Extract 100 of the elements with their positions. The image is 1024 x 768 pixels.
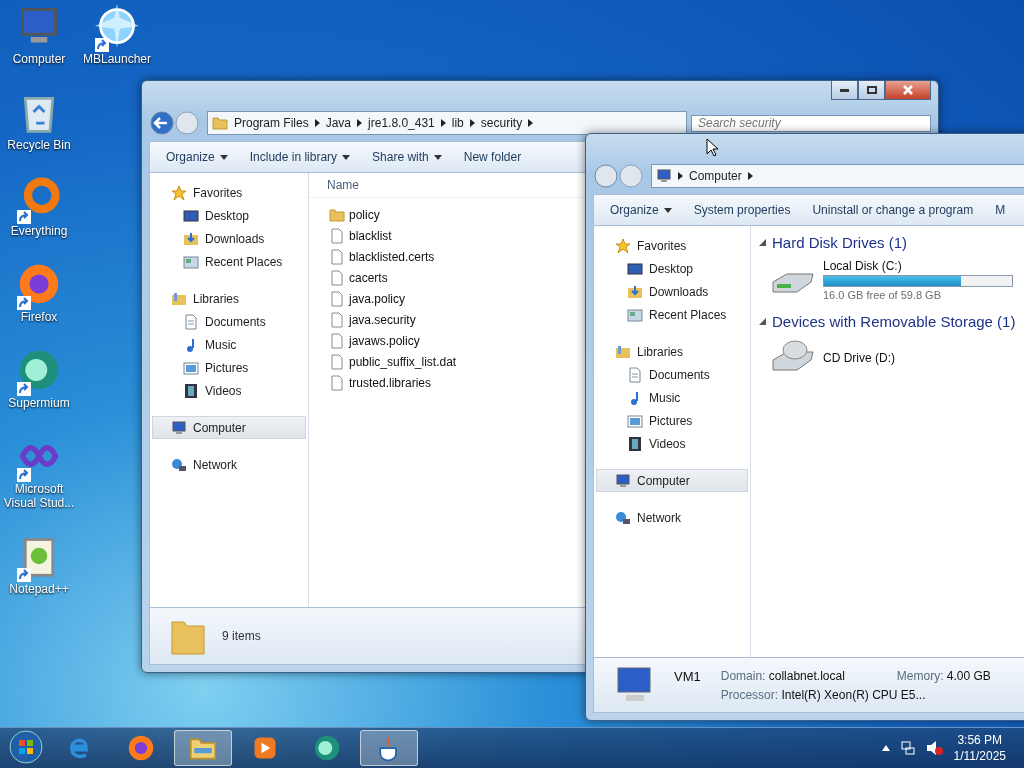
file-icon	[329, 269, 345, 286]
nav-item[interactable]: Documents	[596, 363, 748, 386]
chevron-icon	[314, 119, 320, 127]
desktop-icon-label[interactable]: Everything	[10, 224, 68, 238]
address-bar[interactable]: Program Files Java jre1.8.0_431 lib security	[207, 111, 687, 135]
detail-value: Intel(R) Xeon(R) CPU E5...	[781, 687, 926, 702]
start-button[interactable]	[6, 729, 46, 767]
nav-item[interactable]: Videos	[152, 379, 306, 402]
chevron-icon	[357, 119, 363, 127]
breadcrumb[interactable]: security	[480, 116, 523, 130]
file-item[interactable]: blacklist	[329, 225, 392, 246]
file-item[interactable]: trusted.libraries	[329, 372, 432, 393]
nav-item[interactable]: Desktop	[596, 257, 748, 280]
nav-item[interactable]: Network	[596, 506, 748, 529]
maximize-button[interactable]	[858, 81, 885, 100]
nav-item[interactable]: Network	[152, 453, 306, 476]
toolbar-button[interactable]: System properties	[685, 199, 799, 221]
nav-item[interactable]: Music	[596, 386, 748, 409]
minimize-icon	[840, 88, 849, 92]
breadcrumb[interactable]: lib	[451, 116, 464, 130]
desktop-icon-label[interactable]: Firefox	[20, 310, 58, 324]
toolbar-button[interactable]: Uninstall or change a program	[804, 199, 982, 221]
search-field[interactable]: Search security	[691, 114, 931, 132]
computer-name: VM1	[674, 668, 701, 684]
desktop-icon-label[interactable]: MBLauncher	[82, 52, 151, 66]
network-icon	[615, 509, 631, 526]
nav-item[interactable]: Documents	[152, 310, 306, 333]
breadcrumb[interactable]: Computer	[689, 169, 742, 183]
minimize-button[interactable]	[831, 81, 858, 100]
star-icon	[615, 237, 631, 254]
chevron-icon	[469, 119, 475, 127]
taskbar-app[interactable]	[360, 730, 418, 766]
desktop-icon-label[interactable]: Computer	[12, 52, 66, 66]
desktop-icon-label[interactable]: Recycle Bin	[7, 138, 71, 152]
file-item[interactable]: java.security	[329, 309, 416, 330]
toolbar-button[interactable]: Organize	[158, 146, 236, 168]
toolbar-button[interactable]: Organize	[602, 199, 680, 221]
chevron-icon	[678, 172, 683, 180]
toolbar-button[interactable]: M	[987, 199, 1014, 221]
file-item[interactable]: blacklisted.certs	[329, 246, 435, 267]
muted-speaker-icon[interactable]	[925, 740, 944, 756]
nav-item[interactable]: Libraries	[152, 287, 306, 310]
nav-item[interactable]: Pictures	[596, 409, 748, 432]
show-hidden-icons-icon[interactable]	[881, 745, 890, 751]
library-icon	[171, 290, 187, 307]
close-button[interactable]	[885, 81, 931, 100]
network-icon	[171, 456, 187, 473]
desktop-icon	[183, 207, 199, 224]
folder-icon	[329, 206, 345, 223]
desktop-icon-label[interactable]: Supermium	[8, 396, 70, 410]
file-item[interactable]: policy	[329, 204, 380, 225]
address-bar[interactable]: Computer	[651, 164, 1024, 188]
file-icon	[329, 353, 345, 370]
computer-icon	[656, 168, 672, 184]
group-heading: Hard Disk Drives (1)	[772, 234, 907, 251]
breadcrumb[interactable]: Program Files	[234, 116, 309, 130]
star-icon	[171, 184, 187, 201]
nav-item[interactable]: Music	[152, 333, 306, 356]
nav-item[interactable]: Videos	[596, 432, 748, 455]
nav-item[interactable]: Recent Places	[596, 303, 748, 326]
nav-item[interactable]: Favorites	[152, 181, 306, 204]
file-item[interactable]: javaws.policy	[329, 330, 420, 351]
document-icon	[183, 313, 199, 330]
nav-item[interactable]: Downloads	[596, 280, 748, 303]
clock[interactable]: 3:56 PM 1/11/2025	[953, 732, 1006, 764]
column-header[interactable]: Name	[327, 178, 359, 192]
recent-places-icon	[627, 306, 643, 323]
close-icon	[903, 85, 913, 95]
toolbar-button[interactable]: Include in library	[241, 146, 359, 168]
library-icon	[615, 343, 631, 360]
collapse-triangle-icon[interactable]	[759, 239, 766, 246]
file-item[interactable]: java.policy	[329, 288, 406, 309]
nav-item[interactable]: Pictures	[152, 356, 306, 379]
nav-item[interactable]: Recent Places	[152, 250, 306, 273]
file-item[interactable]: cacerts	[329, 267, 388, 288]
supermium-icon	[313, 734, 341, 762]
detail-label: Processor:	[720, 687, 779, 702]
chevron-icon	[528, 119, 534, 127]
file-item[interactable]: public_suffix_list.dat	[329, 351, 457, 372]
collapse-triangle-icon[interactable]	[759, 318, 766, 325]
breadcrumb[interactable]: Java	[325, 116, 352, 130]
caret-icon	[433, 154, 442, 160]
desktop-icon	[627, 260, 643, 277]
toolbar-button[interactable]: New folder	[455, 146, 530, 168]
computer-icon	[615, 472, 631, 489]
nav-item[interactable]: Libraries	[596, 340, 748, 363]
nav-item[interactable]: Downloads	[152, 227, 306, 250]
nav-item[interactable]: Desktop	[152, 204, 306, 227]
network-icon[interactable]	[899, 740, 916, 756]
firefox-icon	[127, 734, 155, 762]
nav-item[interactable]: Favorites	[596, 234, 748, 257]
nav-item[interactable]: Computer	[152, 416, 306, 439]
drive-item[interactable]: Local Disk (C:) 16.0 GB free of 59.8 GB	[751, 251, 1024, 305]
document-icon	[627, 366, 643, 383]
mouse-pointer-icon	[706, 138, 718, 157]
drive-item[interactable]: CD Drive (D:)	[751, 330, 1024, 382]
nav-item[interactable]: Computer	[596, 469, 748, 492]
breadcrumb[interactable]: jre1.8.0_431	[368, 116, 435, 130]
chevron-icon	[747, 172, 753, 180]
toolbar-button[interactable]: Share with	[364, 146, 450, 168]
